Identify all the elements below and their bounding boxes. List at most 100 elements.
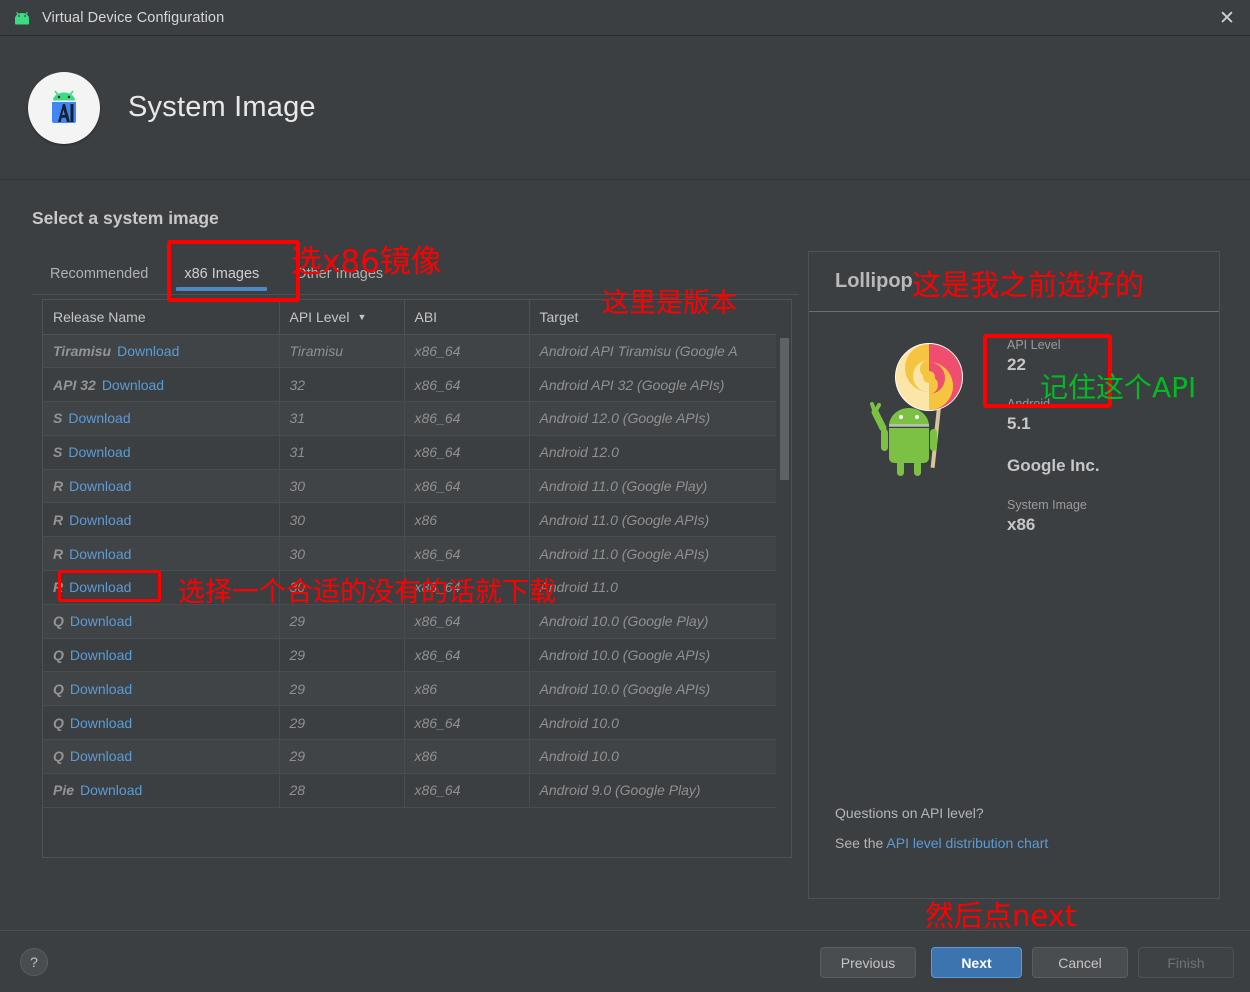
- detail-value-android: 5.1: [1007, 414, 1031, 433]
- cell-api-level: 28: [279, 773, 405, 808]
- cell-api-level: 30: [279, 536, 405, 572]
- next-button[interactable]: Next: [931, 947, 1022, 978]
- table-row[interactable]: Q Download 29 x86 Android 10.0 (Google APIs): [43, 671, 776, 707]
- cancel-button[interactable]: Cancel: [1032, 947, 1128, 978]
- cell-abi: x86_64: [404, 469, 530, 504]
- table-row[interactable]: Pie Download 28 x86_64 Android 9.0 (Google P…: [43, 773, 776, 808]
- detail-label-system-image: System Image: [1007, 498, 1087, 512]
- table-row[interactable]: Q Download 29 x86_64 Android 10.0 (Google Pl…: [43, 604, 776, 639]
- download-link[interactable]: Download: [70, 647, 132, 663]
- table-row[interactable]: R Download 30 x86_64 Android 11.0 (Google Pl…: [43, 469, 776, 504]
- cell-target: Android API 32 (Google APIs): [529, 367, 776, 403]
- tab-divider: [32, 294, 798, 295]
- release-name-label: API 32: [53, 376, 96, 393]
- download-link[interactable]: Download: [68, 410, 130, 426]
- detail-field-android: Android 5.1: [1007, 397, 1100, 434]
- download-link[interactable]: Download: [69, 512, 131, 528]
- download-link[interactable]: Download: [68, 444, 130, 460]
- cell-target: Android 10.0 (Google APIs): [529, 638, 776, 673]
- download-link[interactable]: Download: [69, 546, 131, 562]
- cell-release-name: Q Download: [43, 604, 280, 639]
- android-lollipop-icon: [861, 332, 991, 482]
- api-level-help: Questions on API level? See the API leve…: [835, 805, 1048, 851]
- tab-other-images[interactable]: Other Images: [277, 255, 401, 293]
- cell-release-name: R Download: [43, 502, 280, 538]
- cell-api-level: 30: [279, 469, 405, 504]
- cell-api-level: 30: [279, 570, 405, 605]
- download-link[interactable]: Download: [80, 782, 142, 798]
- page-title: System Image: [128, 91, 316, 123]
- table-row[interactable]: Tiramisu Download Tiramisu x86_64 Android AP…: [43, 334, 776, 369]
- download-link[interactable]: Download: [70, 613, 132, 629]
- system-image-detail-panel: Lollipop API Level 22 Android 5.1 Google…: [808, 251, 1220, 899]
- table-row[interactable]: S Download 31 x86_64 Android 12.0 (Google AP…: [43, 401, 776, 436]
- download-link[interactable]: Download: [70, 748, 132, 764]
- release-name-label: S: [53, 444, 63, 461]
- main-content: Select a system image Recommended x86 Im…: [0, 181, 1250, 992]
- cell-abi: x86_64: [404, 773, 530, 808]
- cell-abi: x86_64: [404, 570, 530, 605]
- table-scrollbar[interactable]: [779, 335, 790, 856]
- table-row[interactable]: Q Download 29 x86_64 Android 10.0: [43, 705, 776, 741]
- help-button[interactable]: ?: [20, 948, 48, 976]
- detail-title: Lollipop: [809, 252, 1219, 312]
- table-row[interactable]: API 32 Download 32 x86_64 Android API 32 (Go…: [43, 367, 776, 403]
- table-row[interactable]: R Download 30 x86_64 Android 11.0: [43, 570, 776, 605]
- download-link[interactable]: Download: [69, 478, 131, 494]
- cell-api-level: 32: [279, 367, 405, 403]
- table-row[interactable]: S Download 31 x86_64 Android 12.0: [43, 435, 776, 470]
- cell-abi: x86: [404, 671, 530, 707]
- cell-abi: x86_64: [404, 401, 530, 436]
- table-row[interactable]: R Download 30 x86 Android 11.0 (Google APIs): [43, 502, 776, 538]
- cell-abi: x86_64: [404, 334, 530, 369]
- table-row[interactable]: Q Download 29 x86 Android 10.0: [43, 739, 776, 774]
- cell-abi: x86_64: [404, 705, 530, 741]
- table-scrollbar-thumb[interactable]: [780, 338, 789, 480]
- column-header-release-name[interactable]: Release Name: [43, 300, 280, 335]
- cell-api-level: 29: [279, 739, 405, 774]
- detail-field-system-image: System Image x86: [1007, 498, 1100, 535]
- cell-release-name: R Download: [43, 570, 280, 605]
- release-name-label: Q: [53, 748, 64, 765]
- detail-field-vendor: Google Inc.: [1007, 456, 1100, 476]
- cell-abi: x86: [404, 502, 530, 538]
- release-name-label: Q: [53, 647, 64, 664]
- cell-api-level: 29: [279, 638, 405, 673]
- tab-recommended[interactable]: Recommended: [32, 255, 166, 293]
- android-studio-logo: [28, 71, 100, 144]
- cell-api-level: 31: [279, 435, 405, 470]
- column-header-abi[interactable]: ABI: [404, 300, 530, 335]
- download-link[interactable]: Download: [70, 681, 132, 697]
- cell-release-name: S Download: [43, 435, 280, 470]
- download-link[interactable]: Download: [69, 579, 131, 595]
- cell-target: Android 10.0: [529, 705, 776, 741]
- download-link[interactable]: Download: [117, 343, 179, 359]
- release-name-label: R: [53, 478, 64, 495]
- table-row[interactable]: R Download 30 x86_64 Android 11.0 (Google AP…: [43, 536, 776, 572]
- release-name-label: Tiramisu: [53, 342, 112, 359]
- close-icon[interactable]: ✕: [1204, 0, 1250, 36]
- cell-api-level: Tiramisu: [279, 334, 405, 369]
- cell-target: Android 12.0 (Google APIs): [529, 401, 776, 436]
- download-link[interactable]: Download: [70, 715, 132, 731]
- previous-button[interactable]: Previous: [820, 947, 916, 978]
- cell-release-name: Q Download: [43, 671, 280, 707]
- cell-target: Android 12.0: [529, 435, 776, 470]
- cell-target: Android 11.0 (Google Play): [529, 469, 776, 504]
- table-header-row: Release Name API Level ▼ ABI Target: [43, 300, 776, 335]
- cell-api-level: 31: [279, 401, 405, 436]
- release-name-label: Q: [53, 680, 64, 697]
- column-header-target[interactable]: Target: [529, 300, 776, 335]
- detail-label-android: Android: [1007, 397, 1051, 411]
- download-link[interactable]: Download: [102, 377, 164, 393]
- cell-api-level: 30: [279, 502, 405, 538]
- column-header-api-level[interactable]: API Level ▼: [279, 300, 405, 335]
- tab-x86-images[interactable]: x86 Images: [166, 255, 277, 293]
- table-row[interactable]: Q Download 29 x86_64 Android 10.0 (Google AP…: [43, 638, 776, 673]
- cell-target: Android 11.0 (Google APIs): [529, 536, 776, 572]
- release-name-label: Q: [53, 714, 64, 731]
- api-distribution-chart-link[interactable]: API level distribution chart: [886, 835, 1048, 851]
- system-image-table: Release Name API Level ▼ ABI Target Tiram…: [42, 299, 792, 858]
- wizard-header: System Image: [0, 36, 1250, 180]
- cell-target: Android 10.0 (Google APIs): [529, 671, 776, 707]
